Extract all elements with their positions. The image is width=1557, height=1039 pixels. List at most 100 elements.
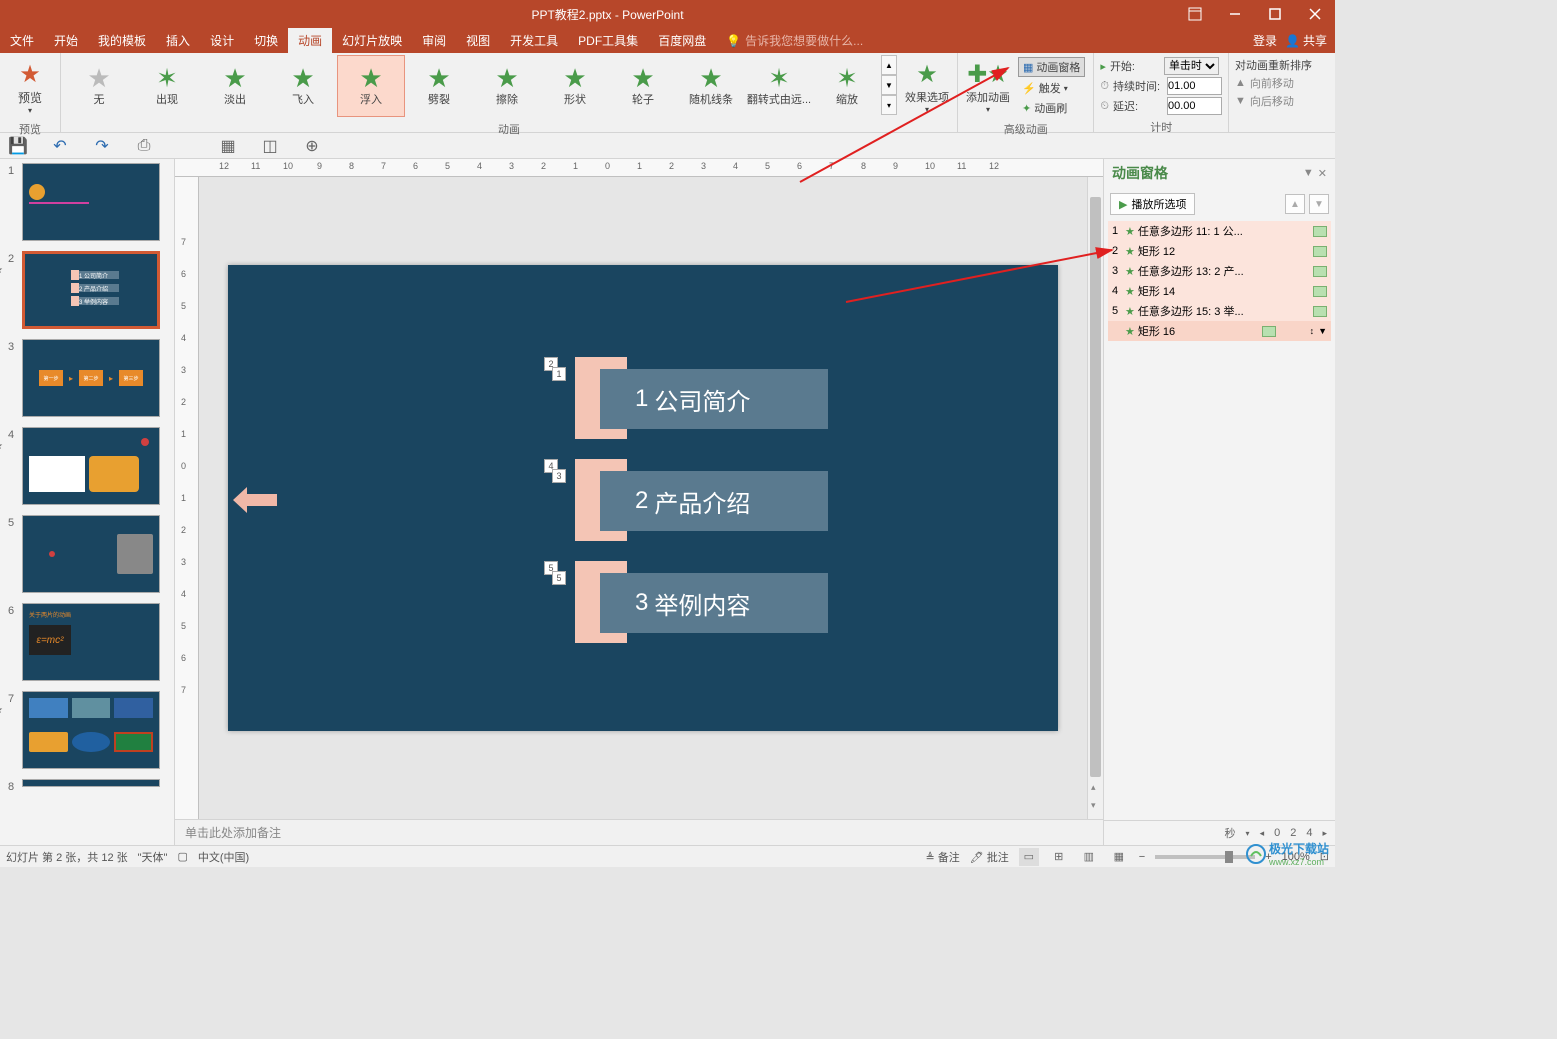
redo-icon[interactable]: ↷ xyxy=(90,135,114,157)
anim-item-1[interactable]: 1★任意多边形 11: 1 公... xyxy=(1108,221,1331,241)
thumbnail-4[interactable]: 4 ★ xyxy=(8,427,172,505)
save-icon[interactable]: 💾 xyxy=(6,135,30,157)
anim-item-2[interactable]: 2★矩形 12 xyxy=(1108,241,1331,261)
toc-bar[interactable]: 2产品介绍 xyxy=(600,471,828,531)
menu-file[interactable]: 文件 xyxy=(0,28,44,53)
anim-wipe[interactable]: ★擦除 xyxy=(473,55,541,117)
normal-view-icon[interactable]: ▭ xyxy=(1019,848,1039,866)
anim-tag[interactable]: 1 xyxy=(552,367,566,381)
spell-icon[interactable]: ▢ xyxy=(177,850,187,863)
zoom-out-icon[interactable]: − xyxy=(1139,851,1145,863)
thumbnail-6[interactable]: 6 关于两片的动画 ε=mc² xyxy=(8,603,172,681)
menu-review[interactable]: 审阅 xyxy=(412,28,456,53)
anim-floatin[interactable]: ★浮入 xyxy=(337,55,405,117)
anim-fliprot[interactable]: ✶翻转式由远... xyxy=(745,55,813,117)
animation-painter-button[interactable]: ✦动画刷 xyxy=(1018,99,1085,117)
effect-options-button[interactable]: ★ 效果选项 ▾ xyxy=(901,55,953,119)
notes-bar[interactable]: 单击此处添加备注 xyxy=(175,819,1103,845)
menu-template[interactable]: 我的模板 xyxy=(88,28,156,53)
delay-input[interactable] xyxy=(1167,97,1222,115)
anim-flyin[interactable]: ★飞入 xyxy=(269,55,337,117)
thumbnail-7[interactable]: 7 ★ xyxy=(8,691,172,769)
dropdown-icon[interactable]: ▼ xyxy=(1318,326,1327,336)
anim-item-6[interactable]: ★矩形 16↕▼ xyxy=(1108,321,1331,341)
anim-appear[interactable]: ✶出现 xyxy=(133,55,201,117)
gallery-up-icon[interactable]: ▲ xyxy=(881,55,897,75)
language[interactable]: 中文(中国) xyxy=(198,849,249,865)
minimize-icon[interactable] xyxy=(1215,0,1255,28)
close-icon[interactable] xyxy=(1295,0,1335,28)
ribbon-options-icon[interactable] xyxy=(1175,0,1215,28)
anim-fade[interactable]: ★淡出 xyxy=(201,55,269,117)
menu-transition[interactable]: 切换 xyxy=(244,28,288,53)
screenshot-icon[interactable]: ⎙ xyxy=(132,135,156,157)
anim-random[interactable]: ★随机线条 xyxy=(677,55,745,117)
toc-item-2[interactable]: 4 3 2产品介绍 xyxy=(538,459,828,541)
toc-item-1[interactable]: 2 1 1公司简介 xyxy=(538,357,828,439)
menu-design[interactable]: 设计 xyxy=(200,28,244,53)
slide[interactable]: 2 1 1公司简介 4 3 2产品介绍 5 5 xyxy=(228,265,1058,731)
move-forward-button[interactable]: ▲向前移动 xyxy=(1235,75,1312,91)
sorter-view-icon[interactable]: ⊞ xyxy=(1049,848,1069,866)
table-icon[interactable]: ▦ xyxy=(216,135,240,157)
duration-input[interactable] xyxy=(1167,77,1222,95)
next-slide-icon[interactable]: ▾ xyxy=(1091,800,1096,811)
toc-bar[interactable]: 3举例内容 xyxy=(600,573,828,633)
menu-slideshow[interactable]: 幻灯片放映 xyxy=(332,28,412,53)
prev-slide-icon[interactable]: ▴ xyxy=(1091,782,1096,793)
menu-pdf[interactable]: PDF工具集 xyxy=(568,28,648,53)
animation-pane-button[interactable]: ▦动画窗格 xyxy=(1018,57,1085,77)
anim-item-5[interactable]: 5★任意多边形 15: 3 举... xyxy=(1108,301,1331,321)
pane-dropdown-icon[interactable]: ▼ xyxy=(1303,167,1314,180)
slide-thumbnails[interactable]: 1 2 ★ 1 公司简介 2 产品介绍 3 举例内容 3 第一步▸第二步▸第三步… xyxy=(0,159,175,845)
move-down-button[interactable]: ▼ xyxy=(1309,194,1329,214)
vertical-scrollbar[interactable]: ▴ ▾ xyxy=(1087,177,1103,819)
anim-shape[interactable]: ★形状 xyxy=(541,55,609,117)
chart-icon[interactable]: ◫ xyxy=(258,135,282,157)
menu-view[interactable]: 视图 xyxy=(456,28,500,53)
gallery-down-icon[interactable]: ▼ xyxy=(881,75,897,95)
toc-bar[interactable]: 1公司简介 xyxy=(600,369,828,429)
anim-split[interactable]: ★劈裂 xyxy=(405,55,473,117)
anim-tag[interactable]: 5 xyxy=(552,571,566,585)
login-button[interactable]: 登录 xyxy=(1253,32,1277,49)
maximize-icon[interactable] xyxy=(1255,0,1295,28)
zoom-thumb[interactable] xyxy=(1225,851,1233,863)
thumbnail-8[interactable]: 8 xyxy=(8,779,172,793)
tell-me[interactable]: 💡 告诉我您想要做什么... xyxy=(726,32,863,49)
thumbnail-3[interactable]: 3 第一步▸第二步▸第三步 xyxy=(8,339,172,417)
share-button[interactable]: 👤共享 xyxy=(1285,32,1327,49)
anim-wheel[interactable]: ★轮子 xyxy=(609,55,677,117)
menu-dev[interactable]: 开发工具 xyxy=(500,28,568,53)
scrollbar-thumb[interactable] xyxy=(1090,197,1101,777)
notes-button[interactable]: ≜ 备注 xyxy=(925,849,959,865)
thumbnail-1[interactable]: 1 xyxy=(8,163,172,241)
anim-item-4[interactable]: 4★矩形 14 xyxy=(1108,281,1331,301)
slideshow-view-icon[interactable]: ▦ xyxy=(1109,848,1129,866)
menu-animation[interactable]: 动画 xyxy=(288,28,332,53)
anim-tag[interactable]: 3 xyxy=(552,469,566,483)
anim-item-3[interactable]: 3★任意多边形 13: 2 产... xyxy=(1108,261,1331,281)
anim-none[interactable]: ★无 xyxy=(65,55,133,117)
move-backward-button[interactable]: ▼向后移动 xyxy=(1235,93,1312,109)
move-up-button[interactable]: ▲ xyxy=(1285,194,1305,214)
add-animation-button[interactable]: ✚★ 添加动画 ▾ xyxy=(962,55,1014,119)
play-selected-button[interactable]: ▶播放所选项 xyxy=(1110,193,1195,215)
menu-insert[interactable]: 插入 xyxy=(156,28,200,53)
preview-button[interactable]: ★ 预览 ▾ xyxy=(4,55,56,119)
menu-start[interactable]: 开始 xyxy=(44,28,88,53)
comments-button[interactable]: 🖊 批注 xyxy=(970,849,1009,865)
reading-view-icon[interactable]: ▥ xyxy=(1079,848,1099,866)
pane-close-icon[interactable]: ✕ xyxy=(1318,167,1327,180)
anim-zoom[interactable]: ✶缩放 xyxy=(813,55,881,117)
trigger-button[interactable]: ⚡触发▾ xyxy=(1018,79,1085,97)
undo-icon[interactable]: ↶ xyxy=(48,135,72,157)
thumbnail-5[interactable]: 5 xyxy=(8,515,172,593)
zoom-icon[interactable]: ⊕ xyxy=(300,135,324,157)
toc-item-3[interactable]: 5 5 3举例内容 xyxy=(538,561,828,643)
thumbnail-2[interactable]: 2 ★ 1 公司简介 2 产品介绍 3 举例内容 xyxy=(8,251,172,329)
gallery-more-icon[interactable]: ▾ xyxy=(881,95,897,115)
menu-baidu[interactable]: 百度网盘 xyxy=(648,28,716,53)
start-select[interactable]: 单击时 xyxy=(1164,57,1219,75)
slide-canvas[interactable]: 2 1 1公司简介 4 3 2产品介绍 5 5 xyxy=(199,177,1087,819)
